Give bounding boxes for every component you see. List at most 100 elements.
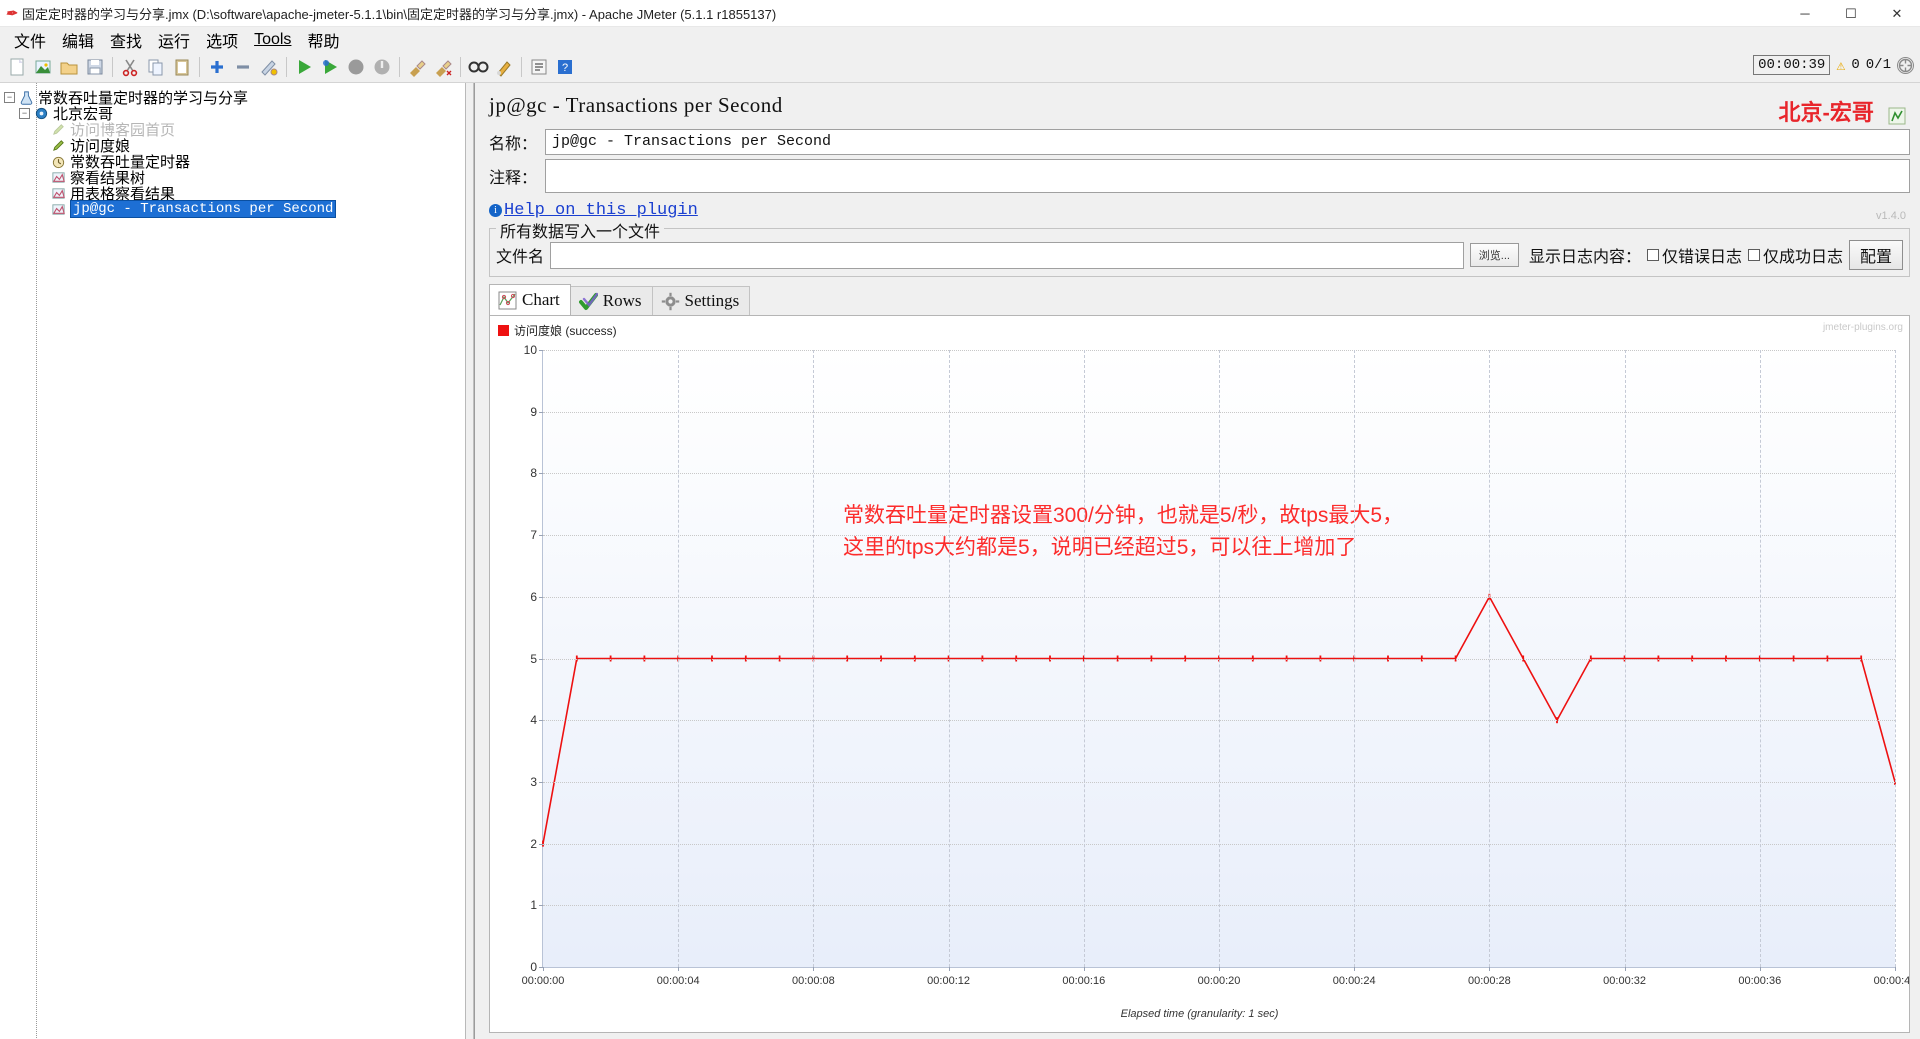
chart-y-tick-mark — [539, 473, 543, 475]
chart-x-tick-mark — [948, 967, 950, 971]
chart-plot-area: 常数吞吐量定时器设置300/分钟，也就是5/秒，故tps最大5， 这里的tps大约… — [522, 343, 1909, 987]
run-indicator-icon — [1897, 56, 1914, 74]
close-button[interactable]: ✕ — [1874, 0, 1920, 27]
menu-edit[interactable]: 编辑 — [54, 26, 102, 54]
plugin-site-watermark: jmeter-plugins.org — [1822, 322, 1903, 333]
expander-minus-icon[interactable]: − — [19, 107, 30, 119]
chart-y-tick: 5 — [530, 651, 537, 666]
tab-rows[interactable]: Rows — [569, 286, 653, 315]
save-icon[interactable] — [82, 54, 108, 80]
page-title: jp@gc - Transactions per Second — [489, 93, 783, 117]
toggle-icon[interactable] — [256, 54, 282, 80]
maximize-button[interactable]: ☐ — [1828, 0, 1874, 27]
tps-chart[interactable]: 访问度娘 (success) jmeter-plugins.org Number… — [489, 316, 1910, 1033]
menu-options[interactable]: 选项 — [198, 26, 246, 54]
chart-y-tick-mark — [539, 905, 543, 907]
name-input[interactable]: jp@gc - Transactions per Second — [545, 129, 1910, 155]
function-helper-icon[interactable] — [526, 54, 552, 80]
comment-label: 注释： — [489, 170, 538, 187]
paste-icon[interactable] — [169, 54, 195, 80]
legend-swatch — [498, 325, 509, 336]
search-reset-icon[interactable] — [491, 54, 517, 80]
help-icon[interactable]: ? — [552, 54, 578, 80]
active-threads: 0/1 — [1865, 57, 1891, 73]
tree-node-view-results-table[interactable]: 用表格察看结果 — [49, 185, 465, 203]
menu-tools[interactable]: Tools — [246, 29, 299, 51]
search-icon[interactable] — [465, 54, 491, 80]
new-icon[interactable] — [4, 54, 30, 80]
menu-file[interactable]: 文件 — [6, 26, 54, 54]
toolbar: ? 00:00:39 ⚠ 0 0/1 — [0, 52, 1920, 83]
chart-y-tick: 7 — [530, 528, 537, 543]
tab-chart-label: Chart — [522, 290, 560, 309]
chart-x-tick: 00:00:08 — [791, 975, 835, 987]
menu-run[interactable]: 运行 — [150, 26, 198, 54]
stop-icon[interactable] — [343, 54, 369, 80]
name-label: 名称： — [489, 136, 538, 153]
title-bar: ✒ 固定定时器的学习与分享.jmx (D:\software\apache-jm… — [0, 0, 1920, 27]
successes-only-checkbox-box[interactable] — [1747, 249, 1760, 261]
chart-y-tick-mark — [539, 535, 543, 537]
chart-x-tick: 00:00:20 — [1197, 975, 1241, 987]
clear-icon[interactable] — [404, 54, 430, 80]
templates-icon[interactable] — [30, 54, 56, 80]
filename-label: 文件名 — [496, 249, 545, 266]
elapsed-time: 00:00:39 — [1753, 55, 1831, 75]
chart-x-tick-mark — [1895, 967, 1896, 971]
start-icon[interactable] — [291, 54, 317, 80]
chart-gridline-v — [1083, 350, 1085, 967]
chart-gridline-v — [1759, 350, 1761, 967]
chart-x-axis-label: Elapsed time (granularity: 1 sec) — [1120, 1008, 1279, 1020]
menu-search[interactable]: 查找 — [102, 26, 150, 54]
toolbar-separator — [399, 57, 400, 77]
filename-input[interactable] — [550, 241, 1464, 269]
plugin-version: v1.4.0 — [1876, 210, 1906, 222]
expander-minus-icon[interactable]: − — [4, 91, 15, 103]
chart-y-tick: 8 — [530, 466, 537, 481]
tree-node-tps-listener[interactable]: jp@gc - Transactions per Second — [49, 200, 465, 218]
tab-settings[interactable]: Settings — [651, 286, 751, 315]
chart-y-tick-mark — [539, 411, 543, 413]
chart-legend: 访问度娘 (success) — [498, 322, 617, 339]
chart-gridline-v — [813, 350, 815, 967]
comment-input[interactable] — [545, 159, 1910, 193]
listener-icon — [49, 185, 67, 201]
start-no-pauses-icon[interactable] — [317, 54, 343, 80]
open-icon[interactable] — [56, 54, 82, 80]
chart-x-tick: 00:00:16 — [1062, 975, 1106, 987]
jmeter-feather-icon: ✒ — [5, 4, 17, 21]
expand-all-icon[interactable] — [204, 54, 230, 80]
toolbar-separator — [112, 57, 113, 77]
main-split: − 常数吞吐量定时器的学习与分享 − 北京宏哥 访问博客园首页 访问度娘 常数吞 — [0, 83, 1920, 1039]
toolbar-separator — [199, 57, 200, 77]
chart-y-tick-mark — [539, 596, 543, 598]
write-all-data-group: 所有数据写入一个文件 文件名 浏览... 显示日志内容： 仅错误日志 仅成功日志… — [489, 218, 1910, 277]
chart-y-tick: 3 — [530, 774, 537, 789]
clear-all-icon[interactable] — [430, 54, 456, 80]
split-divider[interactable] — [466, 83, 474, 1039]
toolbar-separator — [521, 57, 522, 77]
copy-icon[interactable] — [143, 54, 169, 80]
shutdown-icon[interactable] — [369, 54, 395, 80]
chart-tab-icon — [498, 291, 517, 310]
window-controls: ─ ☐ ✕ — [1782, 0, 1920, 27]
errors-only-checkbox[interactable]: 仅错误日志 — [1646, 243, 1742, 267]
menu-help[interactable]: 帮助 — [299, 26, 347, 54]
collapse-all-icon[interactable] — [230, 54, 256, 80]
successes-only-label: 仅成功日志 — [1762, 249, 1843, 266]
chart-y-tick: 10 — [523, 343, 537, 357]
cut-icon[interactable] — [117, 54, 143, 80]
timer-icon — [49, 153, 67, 169]
errors-only-checkbox-box[interactable] — [1646, 249, 1659, 261]
tab-chart[interactable]: Chart — [489, 284, 571, 315]
configure-button[interactable]: 配置 — [1848, 240, 1903, 270]
chart-gridline-v — [678, 350, 680, 967]
successes-only-checkbox[interactable]: 仅成功日志 — [1747, 243, 1843, 267]
test-plan-tree[interactable]: − 常数吞吐量定时器的学习与分享 − 北京宏哥 访问博客园首页 访问度娘 常数吞 — [0, 83, 466, 1039]
chart-y-tick: 9 — [530, 404, 537, 419]
minimize-button[interactable]: ─ — [1782, 0, 1828, 27]
chart-x-tick-mark — [1624, 967, 1626, 971]
tab-rows-label: Rows — [602, 291, 642, 310]
warning-icon[interactable]: ⚠ — [1836, 56, 1845, 75]
browse-button[interactable]: 浏览... — [1469, 243, 1519, 267]
